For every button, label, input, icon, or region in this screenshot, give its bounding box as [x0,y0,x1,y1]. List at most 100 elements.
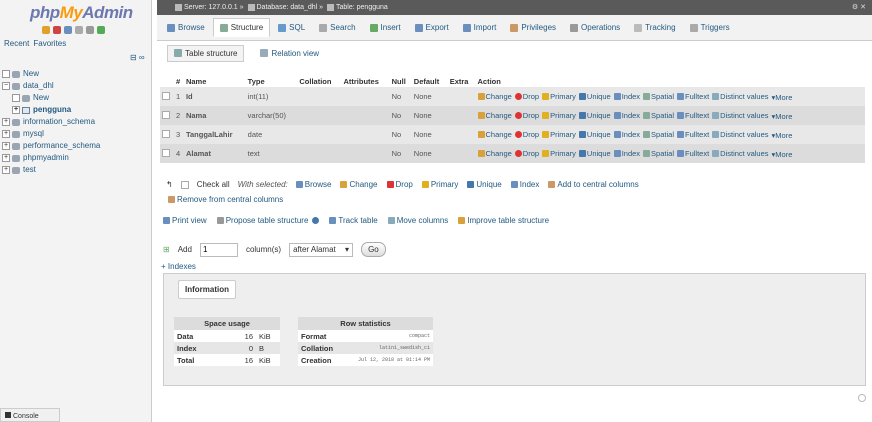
action-drop[interactable]: Drop [514,92,539,101]
breadcrumb-database[interactable]: Database: data_dhl [257,4,318,11]
tab-import[interactable]: Import [457,19,503,36]
action-drop[interactable]: Drop [514,130,539,139]
reload-icon[interactable] [97,26,105,34]
action-primary[interactable]: Primary [542,130,576,139]
logout-icon[interactable] [53,26,61,34]
help-icon[interactable] [312,217,320,224]
tab-triggers[interactable]: Triggers [684,19,736,36]
tree-item[interactable]: New [2,68,150,80]
action-unique[interactable]: Unique [578,149,611,158]
cell-name[interactable]: Alamat [183,144,246,163]
tree-item[interactable]: New [2,92,150,104]
tab-insert[interactable]: Insert [364,19,407,36]
action-spatial[interactable]: Spatial [643,149,674,158]
subtab-relation-view[interactable]: Relation view [254,46,325,61]
action-distinct-values[interactable]: Distinct values [712,111,769,120]
breadcrumb-server[interactable]: Server: 127.0.0.1 [184,4,238,11]
action-fulltext[interactable]: Fulltext [676,111,709,120]
with-selected-browse[interactable]: Browse [295,180,331,189]
action-distinct-values[interactable]: Distinct values [712,130,769,139]
tab-export[interactable]: Export [409,19,455,36]
breadcrumb-table[interactable]: Table: pengguna [336,4,388,11]
home-icon[interactable] [42,26,50,34]
link-improve-table-structure[interactable]: Improve table structure [458,216,549,225]
link-propose-table-structure[interactable]: Propose table structure [216,216,320,225]
action-distinct-values[interactable]: Distinct values [712,92,769,101]
action-unique[interactable]: Unique [578,130,611,139]
add-count-input[interactable] [199,242,238,257]
favorites-tab[interactable]: Favorites [33,39,66,48]
action-primary[interactable]: Primary [542,149,576,158]
action-spatial[interactable]: Spatial [643,92,674,101]
row-checkbox[interactable] [162,129,170,138]
cell-name[interactable]: Id [183,87,246,106]
window-controls-icon[interactable]: ⚙ ✕ [852,0,866,15]
phpmyadmin-logo[interactable]: phpMyAdmin [30,3,133,23]
check-all-checkbox[interactable] [180,180,189,189]
expand-icon[interactable]: + [12,106,20,114]
action-index[interactable]: Index [613,149,640,158]
add-position-select[interactable]: after Alamat ▾ [289,242,354,257]
scroll-top-icon[interactable] [858,394,866,402]
more-dropdown[interactable]: ▾More [772,131,793,140]
more-dropdown[interactable]: ▾More [772,112,793,121]
tree-item[interactable]: + pengguna [2,104,150,116]
check-all-label[interactable]: Check all [197,180,230,189]
expand-icon[interactable]: − [2,82,10,90]
with-selected-drop[interactable]: Drop [386,180,413,189]
console-button[interactable]: Console [0,408,60,422]
with-selected-primary[interactable]: Primary [421,180,458,189]
remove-central-columns-button[interactable]: Remove from central columns [168,195,283,204]
action-unique[interactable]: Unique [578,111,611,120]
settings-icon[interactable] [86,26,94,34]
tab-sql[interactable]: SQL [272,19,311,36]
action-unique[interactable]: Unique [578,92,611,101]
help-icon[interactable] [75,26,83,34]
tab-tracking[interactable]: Tracking [628,19,681,36]
row-checkbox[interactable] [162,148,170,157]
action-distinct-values[interactable]: Distinct values [712,149,769,158]
docs-icon[interactable] [64,26,72,34]
collapse-all-icon[interactable]: ⊟ ∞ [130,53,145,62]
go-button[interactable]: Go [361,242,386,257]
tree-item[interactable]: + mysql [2,128,150,140]
more-dropdown[interactable]: ▾More [772,93,793,102]
link-print-view[interactable]: Print view [163,216,207,225]
tab-search[interactable]: Search [313,19,361,36]
tree-item[interactable]: − data_dhl [2,80,150,92]
expand-icon[interactable]: + [2,142,10,150]
action-spatial[interactable]: Spatial [643,111,674,120]
new-icon[interactable] [12,94,20,102]
row-checkbox[interactable] [162,91,170,100]
action-primary[interactable]: Primary [542,111,576,120]
tab-structure[interactable]: Structure [212,18,271,37]
action-change[interactable]: Change [477,130,512,139]
subtab-table-structure[interactable]: Table structure [167,44,245,62]
expand-icon[interactable]: + [2,130,10,138]
action-index[interactable]: Index [613,130,640,139]
action-primary[interactable]: Primary [542,92,576,101]
more-dropdown[interactable]: ▾More [772,150,793,159]
tab-browse[interactable]: Browse [161,19,211,36]
tree-item[interactable]: + performance_schema [2,140,150,152]
action-drop[interactable]: Drop [514,149,539,158]
action-drop[interactable]: Drop [514,111,539,120]
with-selected-unique[interactable]: Unique [467,180,502,189]
link-move-columns[interactable]: Move columns [387,216,448,225]
action-index[interactable]: Index [613,92,640,101]
with-selected-index[interactable]: Index [510,180,539,189]
tab-privileges[interactable]: Privileges [504,19,562,36]
action-change[interactable]: Change [477,111,512,120]
expand-icon[interactable]: + [2,118,10,126]
with-selected-add-to-central-columns[interactable]: Add to central columns [548,180,639,189]
with-selected-change[interactable]: Change [340,180,378,189]
expand-icon[interactable]: + [2,166,10,174]
action-change[interactable]: Change [477,149,512,158]
tree-item[interactable]: + test [2,164,150,176]
indexes-toggle[interactable]: + Indexes [161,262,196,271]
expand-icon[interactable]: + [2,154,10,162]
action-change[interactable]: Change [477,92,512,101]
action-fulltext[interactable]: Fulltext [676,149,709,158]
action-fulltext[interactable]: Fulltext [676,92,709,101]
tree-item[interactable]: + information_schema [2,116,150,128]
